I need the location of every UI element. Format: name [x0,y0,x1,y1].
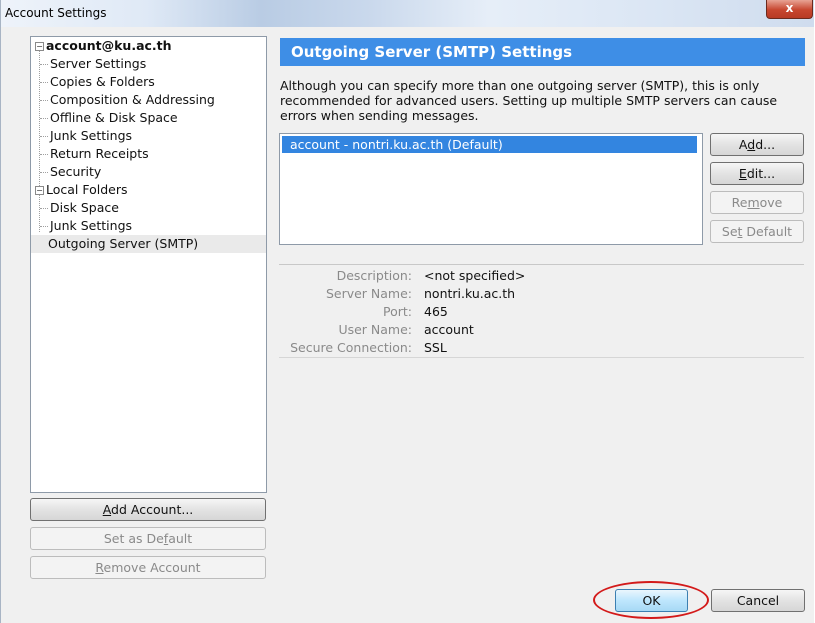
remove-server-label: Re [731,195,748,210]
secure-connection-value: SSL [424,340,447,355]
set-default-server-label: Se [721,224,738,239]
account-tree[interactable]: − account@ku.ac.th Server Settings Copie… [30,36,267,493]
tree-guide-line [40,100,48,101]
edit-server-button[interactable]: Edit... [710,162,804,185]
tree-guide-line [40,82,48,83]
add-server-accesskey: d [747,137,756,152]
add-account-button[interactable]: Add Account... [30,498,266,521]
tree-item-offline-disk-space[interactable]: Offline & Disk Space [50,109,178,127]
remove-server-label-rest: ove [759,195,783,210]
description-value: <not specified> [424,268,526,283]
tree-guide-line [40,226,48,227]
collapse-local-folders-icon[interactable]: − [35,186,44,195]
close-button[interactable]: x [766,0,813,19]
tree-item-account[interactable]: account@ku.ac.th [46,37,172,55]
tree-guide-line [40,136,48,137]
port-value: 465 [424,304,448,319]
ok-highlight-annotation [593,581,709,619]
tree-guide-line [40,118,48,119]
panel-description: Although you can specify more than one o… [280,78,778,123]
remove-server-button[interactable]: Remove [710,191,804,214]
secure-connection-label: Secure Connection: [290,340,412,355]
add-server-label-rest: d... [755,137,776,152]
add-account-label-rest: dd Account... [111,502,194,517]
tree-guide-line [40,154,48,155]
tree-guide-line [40,208,48,209]
account-settings-window: Account Settings x − account@ku.ac.th Se… [0,0,814,623]
edit-server-label-rest: dit... [746,166,776,181]
smtp-server-item[interactable]: account - nontri.ku.ac.th (Default) [282,136,697,153]
server-name-label: Server Name: [325,286,412,301]
server-name-value: nontri.ku.ac.th [424,286,516,301]
tree-guide-line [40,64,48,65]
tree-item-server-settings[interactable]: Server Settings [50,55,146,73]
tree-item-return-receipts[interactable]: Return Receipts [50,145,149,163]
title-bar[interactable]: Account Settings x [1,0,814,27]
add-server-button[interactable]: Add... [710,133,804,156]
tree-item-outgoing-server[interactable]: Outgoing Server (SMTP) [31,235,266,253]
tree-item-disk-space[interactable]: Disk Space [50,199,119,217]
add-account-accesskey: A [102,502,112,517]
tree-item-security[interactable]: Security [50,163,101,181]
tree-item-local-folders[interactable]: Local Folders [46,181,128,199]
collapse-account-icon[interactable]: − [35,42,44,51]
remove-account-button[interactable]: Remove Account [30,556,266,579]
cancel-button[interactable]: Cancel [711,589,805,612]
user-name-value: account [424,322,474,337]
add-server-label: A [738,137,748,152]
tree-item-junk-settings[interactable]: Junk Settings [50,127,132,145]
server-details: Description: <not specified> Server Name… [279,264,804,358]
panel-title: Outgoing Server (SMTP) Settings [280,38,805,66]
remove-account-accesskey: R [95,560,104,575]
port-label: Port: [383,304,412,319]
set-default-server-label-rest: Default [742,224,793,239]
set-as-default-label-rest: ault [168,531,193,546]
tree-item-composition-addressing[interactable]: Composition & Addressing [50,91,215,109]
tree-item-copies-folders[interactable]: Copies & Folders [50,73,155,91]
remove-server-accesskey: m [747,195,760,210]
tree-guide-line [39,51,40,196]
description-label: Description: [336,268,412,283]
user-name-label: User Name: [338,322,412,337]
edit-server-accesskey: E [738,166,747,181]
set-default-server-button[interactable]: Set Default [710,220,804,243]
tree-item-local-junk-settings[interactable]: Junk Settings [50,217,132,235]
remove-account-label-rest: emove Account [103,560,201,575]
smtp-server-list[interactable]: account - nontri.ku.ac.th (Default) [279,133,703,245]
window-title: Account Settings [5,6,107,20]
set-as-default-account-button[interactable]: Set as Default [30,527,266,550]
tree-guide-line [40,172,48,173]
set-as-default-label: Set as De [103,531,164,546]
